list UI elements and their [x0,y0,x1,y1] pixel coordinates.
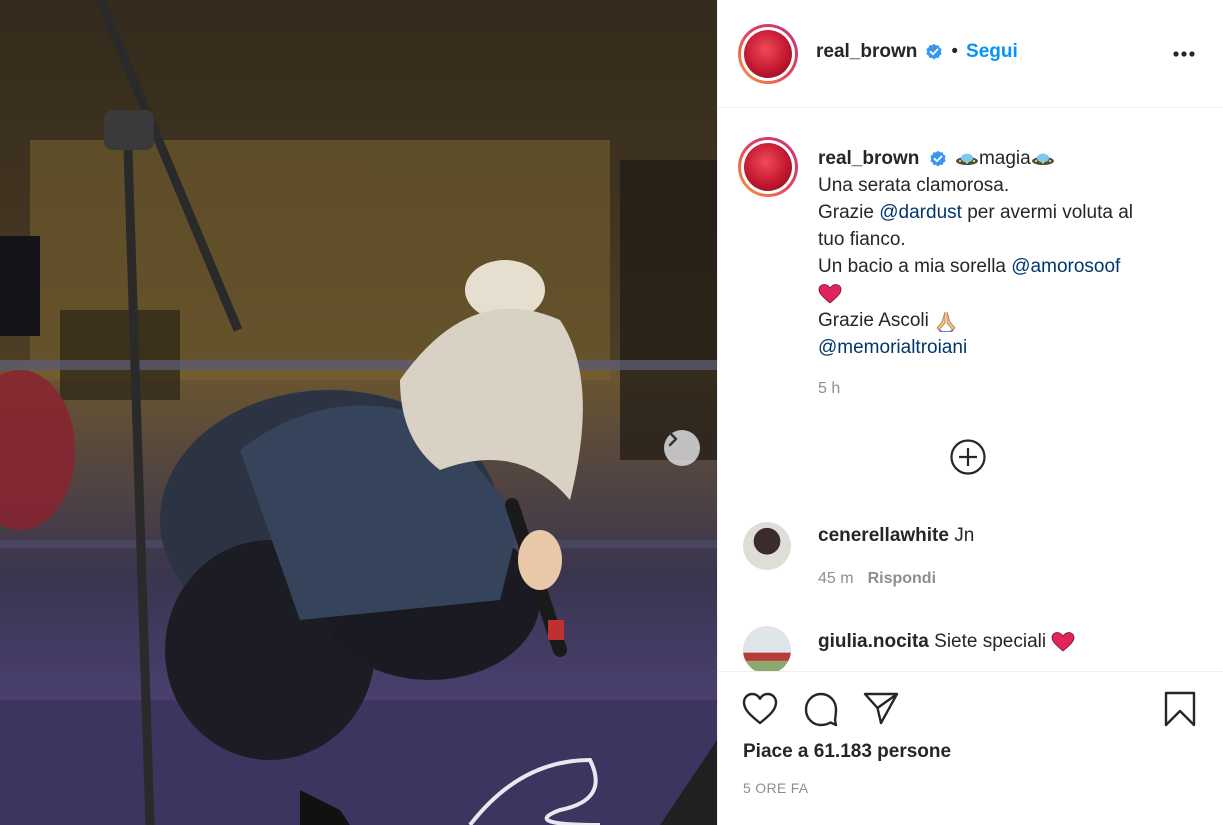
comment-item: cenerellawhite Jn 45 m Rispondi [718,520,1223,590]
caption-text: real_brown magia Una serata clamorosa. G… [818,145,1198,361]
flying-saucer-emoji-icon [1031,153,1054,165]
more-options-icon[interactable] [1172,47,1196,61]
chevron-right-icon [668,431,678,447]
commenter-avatar[interactable] [743,522,791,570]
post-header: real_brown • Segui [718,0,1223,108]
comment-text: Siete speciali [934,631,1047,653]
verified-badge-icon [930,150,946,167]
caption-line-6 [818,280,1198,307]
caption-line-1: real_brown magia [818,145,1198,172]
next-image-button[interactable] [664,430,700,466]
caption-author-avatar[interactable] [738,137,798,197]
commenter-username[interactable]: cenerellawhite [818,525,949,546]
caption-username[interactable]: real_brown [818,148,919,169]
commenter-avatar[interactable] [743,626,791,671]
post-actions: Piace a 61.183 persone 5 ORE FA [718,671,1223,825]
caption-line-1-text: magia [978,148,1031,169]
comment-item: giulia.nocita Siete speciali [718,626,1223,671]
comment-text-row: cenerellawhite Jn [818,525,974,547]
caption-line-7: Grazie Ascoli [818,307,1198,334]
load-more-comments-icon[interactable] [949,438,987,476]
header-username[interactable]: real_brown [816,41,917,63]
commenter-username[interactable]: giulia.nocita [818,631,929,652]
verified-badge-icon [926,43,942,60]
reply-button[interactable]: Rispondi [868,570,936,587]
comments-section[interactable]: real_brown magia Una serata clamorosa. G… [718,108,1223,671]
caption-timestamp: 5 h [818,380,841,397]
comment-time: 45 m [818,570,854,587]
caption-line-4: tuo fianco. [818,229,906,250]
folded-hands-emoji-icon [936,311,956,333]
header-user-row: real_brown • Segui [816,41,1018,63]
header-separator: • [951,41,959,62]
red-heart-emoji-icon [1051,632,1075,652]
share-direct-icon[interactable] [862,690,900,726]
stage-photo-illustration [0,0,717,825]
mention-memorialtroiani[interactable]: @memorialtroiani [818,337,967,358]
flying-saucer-emoji-icon [955,153,978,165]
comment-meta: 45 m Rispondi [818,570,936,588]
post-side-panel: real_brown • Segui real_brown magia Una … [717,0,1223,825]
caption-line-8: @memorialtroiani [818,334,1198,361]
post-photo[interactable] [0,0,717,825]
save-bookmark-icon[interactable] [1163,690,1197,728]
caption-line-7-text: Grazie Ascoli [818,310,935,331]
comment-text-row: giulia.nocita Siete speciali [818,631,1075,653]
caption-line-3: Grazie @dardust per avermi voluta al [818,199,1198,226]
follow-button[interactable]: Segui [966,41,1018,63]
red-heart-emoji-icon [818,284,842,304]
post-date[interactable]: 5 ORE FA [743,780,808,796]
mention-dardust[interactable]: @dardust [879,202,962,223]
caption-line-3-post: per avermi voluta al [961,202,1133,223]
mention-amorosoof[interactable]: @amorosoof [1011,256,1120,277]
caption-line-3-pre: Grazie [818,202,880,223]
caption-line-2: Una serata clamorosa. [818,175,1010,196]
likes-count[interactable]: Piace a 61.183 persone [743,741,951,763]
like-heart-icon[interactable] [741,690,779,726]
caption-line-5-pre: Un bacio a mia sorella [818,256,1012,277]
caption-line-5: Un bacio a mia sorella @amorosoof [818,253,1198,280]
author-avatar[interactable] [738,24,798,84]
comment-text: Jn [954,525,975,546]
comment-bubble-icon[interactable] [802,690,840,728]
